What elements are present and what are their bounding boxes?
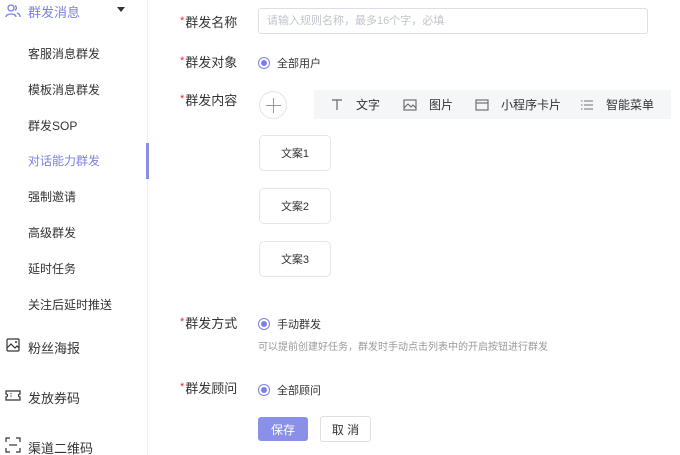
users-icon [5, 4, 21, 18]
target-label: *群发对象 [180, 52, 237, 71]
required-mark: * [180, 93, 185, 105]
name-input[interactable] [258, 8, 648, 34]
sidebar: 群发消息 客服消息群发 模板消息群发 群发SOP 对话能力群发 强制邀请 高级群… [0, 0, 149, 455]
poster-icon [6, 338, 20, 352]
sidebar-item-label: 群发SOP [28, 119, 78, 133]
sidebar-item-poster[interactable]: 粉丝海报 [0, 331, 148, 361]
sidebar-item-dialog[interactable]: 对话能力群发 [0, 143, 149, 179]
sidebar-item-qrcode[interactable]: 渠道二维码 [0, 431, 148, 455]
sidebar-group-label: 群发消息 [28, 5, 81, 20]
advisor-radio-all[interactable]: 全部顾问 [258, 382, 321, 398]
sidebar-item-label: 粉丝海报 [28, 341, 81, 356]
radio-checked-icon [258, 57, 270, 69]
tool-label: 小程序卡片 [501, 98, 562, 112]
radio-label: 全部顾问 [277, 385, 321, 397]
tool-label: 智能菜单 [606, 98, 655, 112]
content-label-text: 群发内容 [185, 93, 238, 108]
cancel-button[interactable]: 取 消 [320, 416, 371, 442]
target-label-text: 群发对象 [185, 55, 238, 70]
required-mark: * [180, 55, 185, 67]
sidebar-group-mass-message[interactable]: 群发消息 [0, 0, 148, 22]
name-label-text: 群发名称 [185, 15, 238, 30]
required-mark: * [180, 381, 185, 393]
method-radio-manual[interactable]: 手动群发 [258, 316, 321, 332]
sidebar-item-template[interactable]: 模板消息群发 [0, 74, 148, 104]
sidebar-item-label: 渠道二维码 [28, 441, 94, 455]
sidebar-item-label: 客服消息群发 [28, 47, 101, 61]
target-radio-all-users[interactable]: 全部用户 [258, 55, 321, 71]
qr-scan-icon [5, 437, 21, 453]
tool-text[interactable]: 文字 [330, 90, 380, 119]
advisor-label: *群发顾问 [180, 378, 237, 397]
sidebar-item-label: 延时任务 [28, 262, 77, 276]
sidebar-item-sop[interactable]: 群发SOP [0, 110, 148, 140]
sidebar-item-kefu[interactable]: 客服消息群发 [0, 38, 148, 68]
radio-checked-icon [258, 384, 270, 396]
tool-miniprogram-card[interactable]: 小程序卡片 [475, 90, 561, 119]
sidebar-item-delay[interactable]: 延时任务 [0, 253, 148, 283]
add-content-button[interactable] [259, 91, 287, 119]
method-label-text: 群发方式 [185, 316, 238, 331]
required-mark: * [180, 316, 185, 328]
tool-label: 文字 [356, 98, 381, 112]
radio-label: 手动群发 [277, 319, 321, 331]
tool-label: 图片 [429, 98, 454, 112]
text-icon [332, 98, 342, 110]
image-icon [403, 98, 417, 111]
content-label: *群发内容 [180, 90, 237, 109]
content-toolbar: 文字 图片 小程序卡片 智能菜单 [314, 90, 671, 119]
content-card-1[interactable]: 文案1 [259, 135, 331, 171]
tool-image[interactable]: 图片 [403, 90, 453, 119]
radio-checked-icon [258, 318, 270, 330]
advisor-label-text: 群发顾问 [185, 381, 238, 396]
card-icon [475, 98, 489, 111]
sidebar-item-invite[interactable]: 强制邀请 [0, 181, 148, 211]
method-hint: 可以提前创建好任务，群发时手动点击列表中的开启按钮进行群发 [258, 342, 548, 353]
name-label: *群发名称 [180, 12, 237, 31]
required-mark: * [180, 15, 185, 27]
sidebar-item-label: 对话能力群发 [28, 154, 101, 168]
ticket-icon [5, 390, 21, 401]
content-card-3[interactable]: 文案3 [259, 241, 331, 277]
sidebar-item-advanced[interactable]: 高级群发 [0, 217, 148, 247]
sidebar-item-label: 模板消息群发 [28, 83, 101, 97]
save-button[interactable]: 保存 [258, 417, 308, 441]
caret-down-icon [117, 7, 125, 12]
radio-label: 全部用户 [277, 58, 321, 70]
sidebar-item-label: 关注后延时推送 [28, 298, 113, 312]
sidebar-item-follow-delay[interactable]: 关注后延时推送 [0, 289, 148, 319]
list-menu-icon [581, 99, 593, 110]
method-label: *群发方式 [180, 313, 237, 332]
sidebar-item-label: 发放券码 [28, 391, 81, 406]
tool-smart-menu[interactable]: 智能菜单 [580, 90, 654, 119]
content-card-2[interactable]: 文案2 [259, 188, 331, 224]
sidebar-item-label: 高级群发 [28, 226, 77, 240]
sidebar-item-coupon[interactable]: 发放券码 [0, 381, 148, 411]
sidebar-item-label: 强制邀请 [28, 190, 77, 204]
